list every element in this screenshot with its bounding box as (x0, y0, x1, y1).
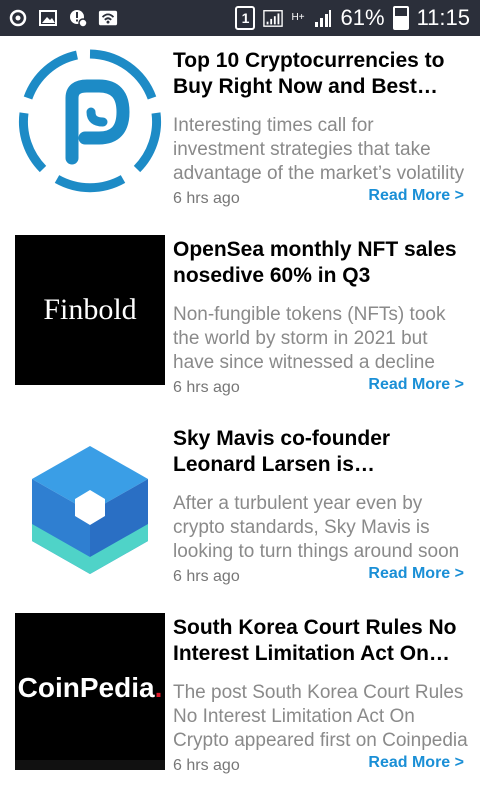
news-card[interactable]: Sky Mavis co-founder Leonard Larsen is d… (0, 414, 480, 603)
battery-percent: 61% (340, 5, 385, 30)
cell-signal-icon (313, 8, 333, 28)
read-more-link[interactable]: Read More > (368, 187, 464, 205)
card-timestamp: 6 hrs ago (173, 757, 240, 774)
alert-settings-icon (68, 8, 88, 28)
sim-badge: 1 (235, 6, 256, 30)
card-timestamp: 6 hrs ago (173, 568, 240, 585)
card-title[interactable]: Top 10 Cryptocurrencies to Buy Right Now… (173, 48, 470, 100)
network-type: H+ (291, 12, 305, 23)
card-description: After a turbulent year even by crypto st… (173, 493, 460, 562)
read-more-link[interactable]: Read More > (368, 376, 464, 394)
read-more-link[interactable]: Read More > (368, 565, 464, 583)
signal-icon (263, 8, 284, 28)
status-left-icons (8, 8, 118, 28)
card-thumbnail[interactable]: Finbold (15, 235, 165, 385)
image-icon (38, 8, 58, 28)
finbold-logo-text: Finbold (43, 293, 137, 326)
card-description: Interesting times call for investment st… (173, 115, 465, 184)
card-description: Non-fungible tokens (NFTs) took the worl… (173, 304, 446, 373)
next-card-thumbnail[interactable] (15, 760, 165, 770)
read-more-link[interactable]: Read More > (368, 754, 464, 772)
card-title[interactable]: OpenSea monthly NFT sales nosedive 60% i… (173, 237, 470, 289)
status-bar: 1 H+ 61% 11:15 (0, 0, 480, 36)
card-thumbnail[interactable] (15, 424, 165, 574)
card-title[interactable]: Sky Mavis co-founder Leonard Larsen is d… (173, 426, 470, 478)
coinpedia-logo-text: CoinPedia. (18, 672, 163, 704)
status-right: 1 H+ 61% 11:15 (235, 5, 470, 31)
card-thumbnail[interactable]: CoinPedia. (15, 613, 165, 763)
card-thumbnail[interactable] (15, 46, 165, 196)
coinpedia-logo-word: CoinPedia (17, 672, 155, 703)
card-title[interactable]: South Korea Court Rules No Interest Limi… (173, 615, 470, 667)
clock: 11:15 (416, 5, 470, 30)
card-timestamp: 6 hrs ago (173, 190, 240, 207)
news-card[interactable]: Top 10 Cryptocurrencies to Buy Right Now… (0, 36, 480, 225)
sync-icon (8, 8, 28, 28)
battery-icon (392, 6, 409, 30)
coinpedia-logo-dot: . (154, 672, 163, 703)
card-description: The post South Korea Court Rules No Inte… (173, 682, 468, 751)
wifi-icon (98, 8, 118, 28)
card-timestamp: 6 hrs ago (173, 379, 240, 396)
hexagon-logo-icon (32, 446, 148, 574)
news-card[interactable]: Finbold OpenSea monthly NFT sales nosedi… (0, 225, 480, 414)
crypto-logo-icon (18, 49, 162, 193)
news-feed[interactable]: Top 10 Cryptocurrencies to Buy Right Now… (0, 36, 480, 800)
